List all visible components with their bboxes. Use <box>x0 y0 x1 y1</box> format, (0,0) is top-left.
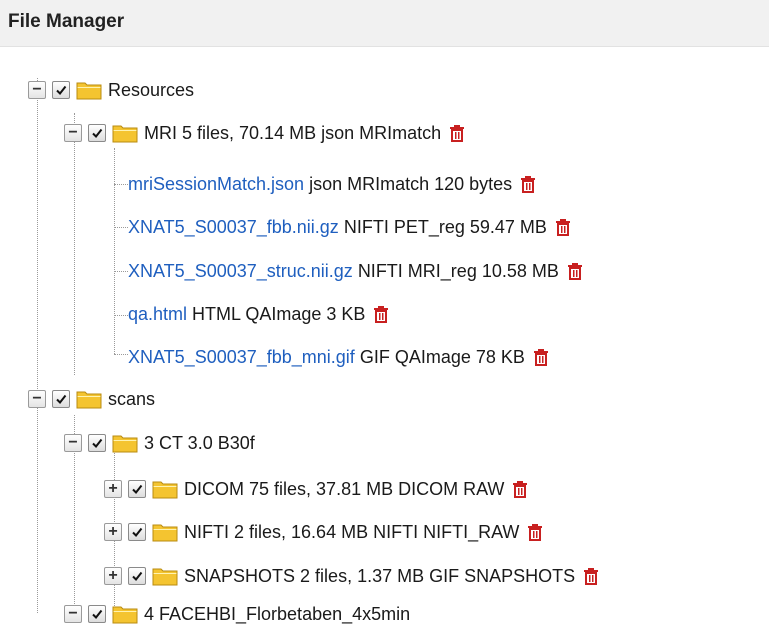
folder-icon <box>76 389 102 409</box>
node-label: 3 CT 3.0 B30f <box>144 432 255 453</box>
file-link[interactable]: XNAT5_S00037_fbb_mni.gif <box>128 347 355 368</box>
checkmark-icon <box>56 85 67 96</box>
trash-icon[interactable] <box>533 348 549 366</box>
collapse-toggle[interactable]: − <box>64 434 82 452</box>
tree-node-scans[interactable]: − scans <box>28 387 155 411</box>
tree-connector <box>114 148 115 354</box>
node-checkbox[interactable] <box>52 81 70 99</box>
file-row: XNAT5_S00037_fbb.nii.gz NIFTI PET_reg 59… <box>128 215 571 239</box>
folder-icon <box>112 604 138 624</box>
trash-icon[interactable] <box>527 523 543 541</box>
file-meta: NIFTI PET_reg 59.47 MB <box>343 216 547 237</box>
folder-icon <box>112 433 138 453</box>
trash-icon[interactable] <box>373 305 389 323</box>
node-label: SNAPSHOTS <box>184 565 296 586</box>
tree-node-snapshots[interactable]: + SNAPSHOTS 2 files, 1.37 MB GIF SNAPSHO… <box>104 564 599 588</box>
file-tree: − Resources − MRI 5 files, 70.14 MB json… <box>0 0 769 624</box>
node-meta: 75 files, 37.81 MB DICOM RAW <box>249 478 505 499</box>
collapse-toggle[interactable]: − <box>28 390 46 408</box>
trash-icon[interactable] <box>567 262 583 280</box>
checkmark-icon <box>92 128 103 139</box>
folder-icon <box>112 123 138 143</box>
tree-node-nifti[interactable]: + NIFTI 2 files, 16.64 MB NIFTI NIFTI_RA… <box>104 520 543 544</box>
node-label: DICOM <box>184 478 244 499</box>
collapse-toggle[interactable]: − <box>64 605 82 623</box>
folder-icon <box>76 80 102 100</box>
node-checkbox[interactable] <box>128 480 146 498</box>
collapse-toggle[interactable]: − <box>28 81 46 99</box>
folder-icon <box>152 479 178 499</box>
file-meta: GIF QAImage 78 KB <box>359 346 525 367</box>
tree-connector <box>114 315 128 316</box>
tree-node-scan-3[interactable]: − 3 CT 3.0 B30f <box>64 431 255 455</box>
file-meta: json MRImatch 120 bytes <box>309 173 513 194</box>
file-row: mriSessionMatch.json json MRImatch 120 b… <box>128 172 536 196</box>
trash-icon[interactable] <box>583 567 599 585</box>
expand-toggle[interactable]: + <box>104 523 122 541</box>
tree-connector <box>114 354 128 355</box>
expand-toggle[interactable]: + <box>104 567 122 585</box>
file-link[interactable]: mriSessionMatch.json <box>128 174 304 195</box>
tree-connector <box>114 227 128 228</box>
tree-node-dicom[interactable]: + DICOM 75 files, 37.81 MB DICOM RAW <box>104 477 528 501</box>
node-checkbox[interactable] <box>128 567 146 585</box>
expand-toggle[interactable]: + <box>104 480 122 498</box>
trash-icon[interactable] <box>520 175 536 193</box>
node-label: NIFTI <box>184 521 229 542</box>
node-checkbox[interactable] <box>128 523 146 541</box>
tree-node-mri[interactable]: − MRI 5 files, 70.14 MB json MRImatch <box>64 121 465 145</box>
checkmark-icon <box>56 394 67 405</box>
folder-icon <box>152 566 178 586</box>
tree-node-resources[interactable]: − Resources <box>28 78 194 102</box>
node-label: scans <box>108 388 156 409</box>
checkmark-icon <box>132 484 143 495</box>
file-row: qa.html HTML QAImage 3 KB <box>128 302 389 326</box>
node-checkbox[interactable] <box>88 434 106 452</box>
file-meta: NIFTI MRI_reg 10.58 MB <box>357 260 559 281</box>
node-meta: 2 files, 1.37 MB GIF SNAPSHOTS <box>300 565 576 586</box>
tree-connector <box>114 271 128 272</box>
checkmark-icon <box>92 438 103 449</box>
trash-icon[interactable] <box>512 480 528 498</box>
checkmark-icon <box>132 571 143 582</box>
file-link[interactable]: XNAT5_S00037_struc.nii.gz <box>128 261 353 282</box>
node-checkbox[interactable] <box>88 605 106 623</box>
node-checkbox[interactable] <box>88 124 106 142</box>
file-row: XNAT5_S00037_fbb_mni.gif GIF QAImage 78 … <box>128 345 549 369</box>
tree-node-scan-4[interactable]: − 4 FACEHBI_Florbetaben_4x5min <box>64 602 410 626</box>
node-label: MRI <box>144 122 177 143</box>
file-row: XNAT5_S00037_struc.nii.gz NIFTI MRI_reg … <box>128 259 583 283</box>
tree-connector <box>114 184 128 185</box>
node-checkbox[interactable] <box>52 390 70 408</box>
collapse-toggle[interactable]: − <box>64 124 82 142</box>
node-label: 4 FACEHBI_Florbetaben_4x5min <box>144 603 411 624</box>
file-link[interactable]: qa.html <box>128 304 187 325</box>
node-meta: 5 files, 70.14 MB json MRImatch <box>182 122 442 143</box>
trash-icon[interactable] <box>555 218 571 236</box>
tree-connector <box>37 78 38 613</box>
node-meta: 2 files, 16.64 MB NIFTI NIFTI_RAW <box>234 521 520 542</box>
folder-icon <box>152 522 178 542</box>
trash-icon[interactable] <box>449 124 465 142</box>
checkmark-icon <box>132 527 143 538</box>
file-link[interactable]: XNAT5_S00037_fbb.nii.gz <box>128 217 339 238</box>
tree-connector <box>74 113 75 375</box>
checkmark-icon <box>92 609 103 620</box>
node-label: Resources <box>108 79 195 100</box>
file-meta: HTML QAImage 3 KB <box>192 303 366 324</box>
